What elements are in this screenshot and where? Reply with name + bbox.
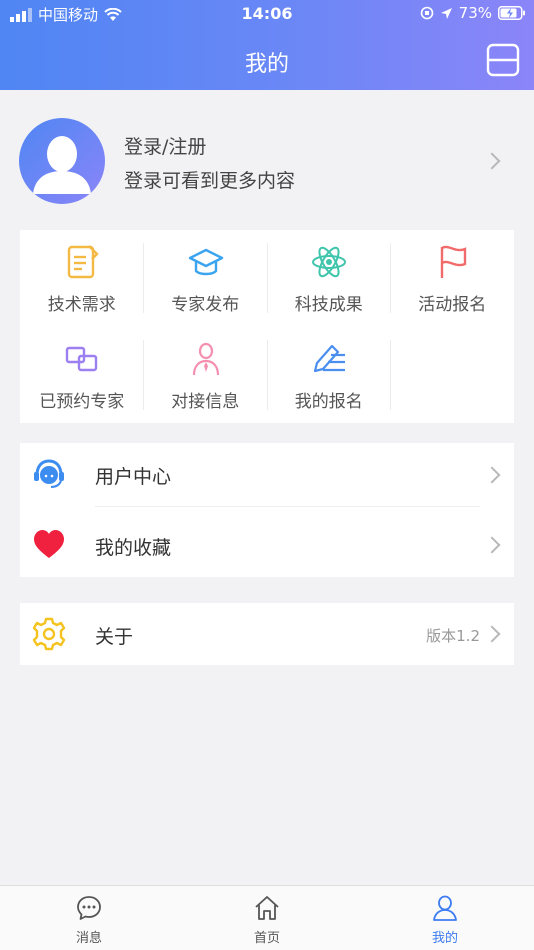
atom-icon <box>312 246 346 278</box>
grid-item-booked-experts[interactable]: 已预约专家 <box>20 327 144 423</box>
chevron-right-icon <box>483 466 501 484</box>
battery-charging-icon <box>498 6 525 20</box>
menu-item-user-center[interactable]: 用户中心 <box>20 443 514 507</box>
tab-mine[interactable]: 我的 <box>356 886 534 950</box>
version-text: 版本1.2 <box>426 627 480 645</box>
chat-bubble-icon <box>77 896 101 920</box>
heart-icon <box>34 530 64 558</box>
grid-item-my-signups[interactable]: 我的报名 <box>267 327 391 423</box>
orientation-lock-icon <box>420 6 433 20</box>
tab-bar: 消息 首页 我的 <box>0 885 534 950</box>
pen-lines-icon <box>313 344 345 373</box>
menu-card: 用户中心 我的收藏 <box>20 443 514 577</box>
graduation-cap-icon <box>188 248 223 276</box>
chevron-right-icon <box>483 152 501 170</box>
grid-item-label: 科技成果 <box>294 295 363 315</box>
login-hint-text: 登录可看到更多内容 <box>124 170 296 192</box>
avatar <box>19 118 105 204</box>
grid-item-expert-publish[interactable]: 专家发布 <box>144 230 268 326</box>
login-banner[interactable]: 登录/注册 登录可看到更多内容 <box>0 90 534 217</box>
function-grid: 技术需求 专家发布 科技成果 活动报名 已预约专家 对接信息 我的报名 <box>20 230 514 423</box>
linked-squares-icon <box>65 346 98 372</box>
grid-item-docking-info[interactable]: 对接信息 <box>144 327 268 423</box>
divider <box>390 340 391 410</box>
home-icon <box>255 896 279 920</box>
menu-item-favorites[interactable]: 我的收藏 <box>20 513 514 577</box>
person-tie-icon <box>192 342 219 376</box>
customer-service-icon <box>34 459 64 488</box>
grid-item-event-signup[interactable]: 活动报名 <box>391 230 515 326</box>
app-header: 中国移动 14:06 73% 我的 <box>0 0 534 90</box>
menu-item-label: 关于 <box>95 626 134 648</box>
menu-card: 关于 版本1.2 <box>20 603 514 665</box>
page-title: 我的 <box>244 52 289 77</box>
divider <box>95 506 480 507</box>
tab-label: 首页 <box>253 931 280 946</box>
grid-item-label: 技术需求 <box>47 295 116 315</box>
grid-item-tech-demand[interactable]: 技术需求 <box>20 230 144 326</box>
default-avatar-icon <box>33 136 91 194</box>
tab-label: 我的 <box>431 931 458 946</box>
grid-item-label: 专家发布 <box>171 295 240 315</box>
login-register-label: 登录/注册 <box>124 136 207 158</box>
grid-item-label: 我的报名 <box>294 392 363 412</box>
chevron-right-icon <box>483 536 501 554</box>
tab-home[interactable]: 首页 <box>178 886 356 950</box>
document-edit-icon <box>67 245 99 279</box>
flag-icon <box>440 245 466 278</box>
tab-messages[interactable]: 消息 <box>0 886 178 950</box>
battery-percent: 73% <box>458 4 492 22</box>
tab-label: 消息 <box>75 931 102 946</box>
gear-icon <box>32 617 66 651</box>
menu-item-about[interactable]: 关于 版本1.2 <box>20 603 514 665</box>
chevron-right-icon <box>483 625 501 643</box>
grid-item-label: 对接信息 <box>171 392 240 412</box>
grid-item-label: 活动报名 <box>418 295 487 315</box>
user-icon <box>433 895 457 921</box>
menu-item-label: 我的收藏 <box>95 537 172 559</box>
menu-item-label: 用户中心 <box>95 466 172 488</box>
status-bar: 中国移动 14:06 73% <box>0 0 534 28</box>
grid-item-label: 已预约专家 <box>39 392 125 412</box>
scan-icon[interactable] <box>486 43 520 77</box>
location-arrow-icon <box>440 7 452 19</box>
grid-item-tech-achievement[interactable]: 科技成果 <box>267 230 391 326</box>
